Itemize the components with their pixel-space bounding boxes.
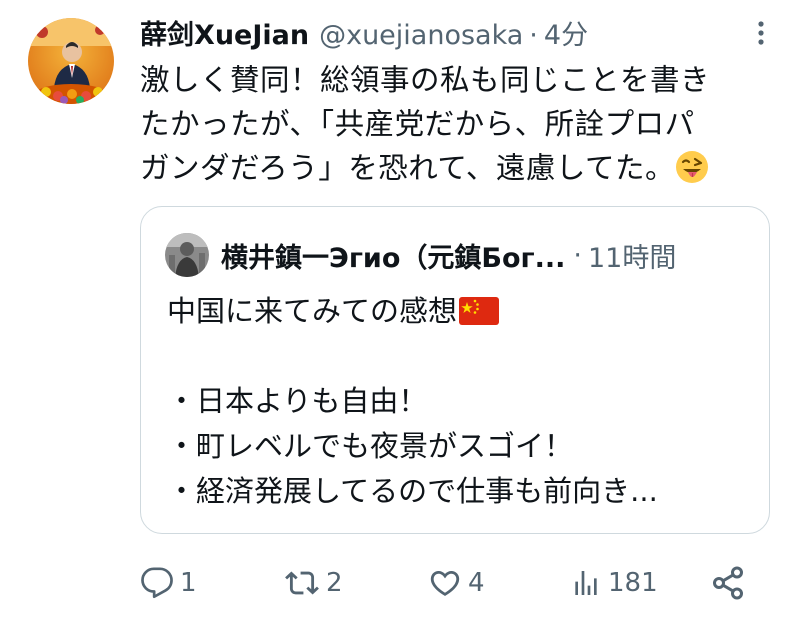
author-avatar-image <box>28 18 114 104</box>
tweet-text-line-last: ガンダだろう」を恐れて、遠慮してた。 <box>140 146 780 196</box>
analytics-icon <box>575 571 597 595</box>
header-separator: · <box>529 20 538 51</box>
quoted-text-line: ・経済発展してるので仕事も前向き... <box>167 474 658 508</box>
quoted-author-avatar-image <box>165 233 209 277</box>
retweet-icon <box>285 571 319 595</box>
tweet-actions-bar: 1 2 4 181 <box>0 558 800 608</box>
author-avatar[interactable] <box>28 18 114 104</box>
quoted-text-line-first: 中国に来てみての感想 <box>167 289 747 334</box>
quoted-header-separator: · <box>573 239 582 271</box>
share-button[interactable] <box>710 558 746 608</box>
quoted-author-avatar[interactable] <box>165 233 209 277</box>
quoted-text-line: ・町レベルでも夜景がスゴイ！ <box>167 429 574 463</box>
quoted-author-display-name[interactable]: 横井鎮一Эгио（元鎮Бог... <box>221 236 565 275</box>
reply-button[interactable]: 1 <box>140 558 197 608</box>
reply-count: 1 <box>180 568 197 598</box>
tweet-text-line: 激しく賛同！総領事の私も同じことを書き <box>140 63 711 97</box>
quoted-tweet[interactable]: 横井鎮一Эгио（元鎮Бог... · 11時間 中国に来てみての感想 ・日本よ… <box>140 206 770 534</box>
retweet-count: 2 <box>326 568 343 598</box>
quoted-tweet-header: 横井鎮一Эгио（元鎮Бог... · 11時間 <box>221 231 676 279</box>
china-flag-icon <box>459 293 500 338</box>
view-count: 181 <box>608 568 658 598</box>
like-button[interactable]: 4 <box>428 558 485 608</box>
reply-icon <box>141 567 173 599</box>
quoted-tweet-text: 中国に来てみての感想 ・日本よりも自由！ ・町レベルでも夜景がスゴイ！ ・経済発… <box>167 289 747 514</box>
like-count: 4 <box>468 568 485 598</box>
quoted-tweet-timestamp: 11時間 <box>588 242 677 274</box>
views-button[interactable]: 181 <box>570 558 658 608</box>
tweet-text-line-content: ガンダだろう」を恐れて、遠慮してた。 <box>140 151 675 185</box>
tweet[interactable]: 薛剑XueJian @xuejianosaka · 4分 激しく賛同！総領事の私… <box>0 0 800 622</box>
retweet-button[interactable]: 2 <box>284 558 343 608</box>
more-vertical-icon <box>758 21 764 45</box>
quoted-text-line-content: 中国に来てみての感想 <box>167 294 458 328</box>
quoted-text-line: ・日本よりも自由！ <box>167 384 428 418</box>
tweet-timestamp[interactable]: 4分 <box>544 14 588 58</box>
tweet-text: 激しく賛同！総領事の私も同じことを書き たかったが、「共産党だから、所詮プロパ … <box>140 58 780 196</box>
tweet-header: 薛剑XueJian @xuejianosaka · 4分 <box>140 14 588 58</box>
tweet-text-line: たかったが、「共産党だから、所詮プロパ <box>140 107 695 141</box>
quoted-text-line-blank <box>167 334 747 379</box>
heart-icon <box>430 570 460 596</box>
share-icon <box>713 566 743 600</box>
more-options-button[interactable] <box>746 18 776 48</box>
winking-face-with-tongue-icon <box>675 150 709 196</box>
author-display-name[interactable]: 薛剑XueJian <box>140 14 309 58</box>
author-handle[interactable]: @xuejianosaka <box>319 14 523 58</box>
